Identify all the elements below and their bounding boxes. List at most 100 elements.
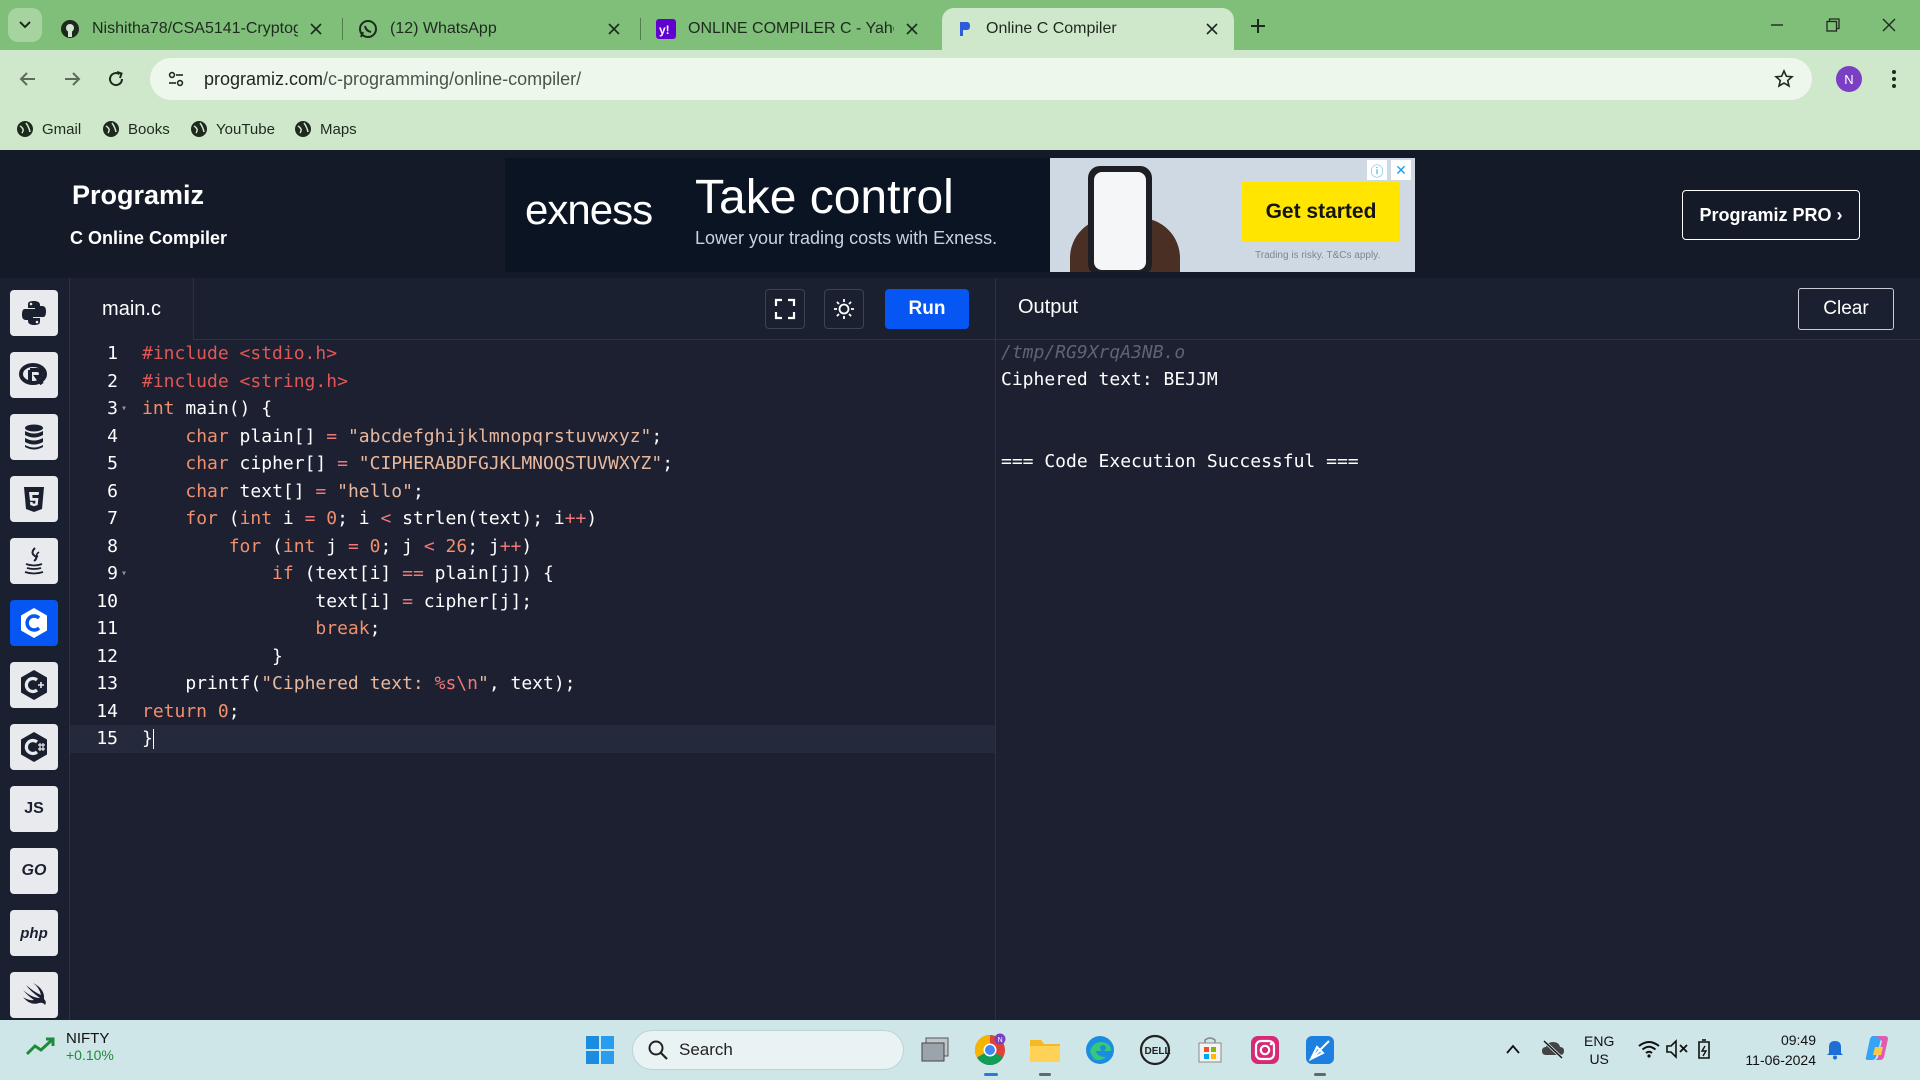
tab-github[interactable]: Nishitha78/CSA5141-Cryptogra xyxy=(48,8,338,50)
tab-yahoo[interactable]: y! ONLINE COMPILER C - Yahoo In xyxy=(644,8,934,50)
code-line[interactable]: 9 ▾ if (text[i] == plain[j]) { xyxy=(70,560,995,588)
output-console[interactable]: /tmp/RG9XrqA3NB.o Ciphered text: BEJJM =… xyxy=(995,340,1920,1020)
fullscreen-button[interactable] xyxy=(765,289,805,329)
taskbar-edge[interactable] xyxy=(1082,1032,1118,1068)
bookmark-books[interactable]: Books xyxy=(102,116,170,142)
code-line-current[interactable]: 15 } xyxy=(70,725,995,753)
profile-avatar[interactable]: N xyxy=(1836,66,1862,92)
code-line[interactable]: 3 ▾ int main() { xyxy=(70,395,995,423)
battery-status[interactable] xyxy=(1692,1036,1718,1062)
ticker-name: NIFTY xyxy=(66,1030,110,1047)
taskbar-snipping-tool[interactable] xyxy=(1302,1032,1338,1068)
input-language-indicator[interactable]: ENG US xyxy=(1584,1032,1614,1068)
windows-logo-icon xyxy=(586,1036,614,1064)
code-line[interactable]: 6 char text[] = "hello"; xyxy=(70,478,995,506)
copilot-button[interactable] xyxy=(1862,1032,1894,1064)
sidebar-item-js[interactable]: JS xyxy=(10,786,58,832)
bookmark-youtube[interactable]: YouTube xyxy=(190,116,275,142)
ad-image: Get started Trading is risky. T&Cs apply… xyxy=(1050,158,1415,272)
browser-menu-button[interactable] xyxy=(1880,64,1908,94)
close-icon[interactable] xyxy=(306,19,326,39)
tab-online-c-compiler[interactable]: Online C Compiler xyxy=(942,8,1234,50)
code-line[interactable]: 12 } xyxy=(70,643,995,671)
close-icon[interactable] xyxy=(902,19,922,39)
code-editor[interactable]: 1 #include <stdio.h> 2 #include <string.… xyxy=(70,340,995,1020)
adchoices-icon[interactable]: ⓘ xyxy=(1367,160,1387,180)
ad-cta-button[interactable]: Get started xyxy=(1242,182,1400,242)
taskbar-chrome[interactable]: N xyxy=(972,1032,1008,1068)
notifications-button[interactable] xyxy=(1822,1036,1848,1062)
tab-whatsapp[interactable]: (12) WhatsApp xyxy=(346,8,636,50)
onedrive-status[interactable] xyxy=(1540,1036,1566,1062)
address-bar[interactable]: programiz.com/c-programming/online-compi… xyxy=(150,58,1812,100)
programiz-pro-button[interactable]: Programiz PRO › xyxy=(1682,190,1860,240)
ad-brand: exness xyxy=(525,186,653,233)
code-line[interactable]: 4 char plain[] = "abcdefghijklmnopqrstuv… xyxy=(70,423,995,451)
show-hidden-icons-button[interactable] xyxy=(1500,1036,1526,1062)
sidebar-item-python[interactable] xyxy=(10,290,58,336)
programiz-logo[interactable]: Programiz xyxy=(72,180,204,211)
browser-toolbar: programiz.com/c-programming/online-compi… xyxy=(0,50,1920,108)
sidebar-item-go[interactable]: GO xyxy=(10,848,58,894)
code-line[interactable]: 13 printf("Ciphered text: %s\n", text); xyxy=(70,670,995,698)
code-line[interactable]: 8 for (int j = 0; j < 26; j++) xyxy=(70,533,995,561)
ad-banner[interactable]: exness Take control Lower your trading c… xyxy=(505,158,1415,272)
editor-header: main.c Run xyxy=(70,278,995,340)
sidebar-item-cpp[interactable] xyxy=(10,662,58,708)
clear-button[interactable]: Clear xyxy=(1798,288,1894,330)
fold-arrow-icon[interactable]: ▾ xyxy=(118,403,130,414)
sidebar-item-c[interactable] xyxy=(10,600,58,646)
taskbar-microsoft-store[interactable] xyxy=(1192,1032,1228,1068)
sidebar-item-html[interactable] xyxy=(10,476,58,522)
sidebar-item-php[interactable]: php xyxy=(10,910,58,956)
start-button[interactable] xyxy=(584,1034,616,1066)
tab-search-button[interactable] xyxy=(8,8,42,42)
restore-button[interactable] xyxy=(1818,10,1848,40)
code-line[interactable]: 7 for (int i = 0; i < strlen(text); i++) xyxy=(70,505,995,533)
forward-button[interactable] xyxy=(56,63,88,95)
code-line[interactable]: 14 return 0; xyxy=(70,698,995,726)
sidebar-item-r[interactable] xyxy=(10,352,58,398)
code-line[interactable]: 2 #include <string.h> xyxy=(70,368,995,396)
taskbar-dell[interactable]: DELL xyxy=(1137,1032,1173,1068)
chevron-down-icon xyxy=(19,21,31,29)
code-line[interactable]: 1 #include <stdio.h> xyxy=(70,340,995,368)
back-button[interactable] xyxy=(12,63,44,95)
stock-widget[interactable]: NIFTY +0.10% xyxy=(26,1030,114,1063)
taskbar-file-explorer[interactable] xyxy=(1027,1032,1063,1068)
minimize-button[interactable] xyxy=(1762,10,1792,40)
run-button[interactable]: Run xyxy=(885,289,969,329)
sidebar-item-sql[interactable] xyxy=(10,414,58,460)
bookmark-star-icon[interactable] xyxy=(1770,65,1798,93)
minimize-icon xyxy=(1771,24,1783,26)
line-number: 15 xyxy=(96,728,118,750)
sidebar-item-swift[interactable] xyxy=(10,972,58,1018)
bookmark-gmail[interactable]: Gmail xyxy=(16,116,81,142)
close-icon[interactable] xyxy=(604,19,624,39)
bookmark-maps[interactable]: Maps xyxy=(294,116,357,142)
taskbar-search[interactable]: Search xyxy=(632,1030,904,1070)
sidebar-item-csharp[interactable] xyxy=(10,724,58,770)
theme-toggle-button[interactable] xyxy=(824,289,864,329)
new-tab-button[interactable] xyxy=(1244,12,1272,40)
code-line[interactable]: 10 text[i] = cipher[j]; xyxy=(70,588,995,616)
file-tab-main-c[interactable]: main.c xyxy=(70,278,194,340)
fold-arrow-icon[interactable]: ▾ xyxy=(118,568,130,579)
taskbar-instagram[interactable] xyxy=(1247,1032,1283,1068)
html5-icon xyxy=(24,487,44,512)
volume-status[interactable] xyxy=(1664,1036,1690,1062)
app-indicator xyxy=(1314,1073,1326,1076)
system-clock[interactable]: 09:49 11-06-2024 xyxy=(1736,1030,1816,1070)
task-view-button[interactable] xyxy=(918,1032,954,1068)
close-icon[interactable] xyxy=(1202,19,1222,39)
site-info-icon[interactable] xyxy=(162,65,190,93)
c-language-icon xyxy=(21,608,47,638)
database-icon xyxy=(25,424,43,450)
wifi-status[interactable] xyxy=(1636,1036,1662,1062)
sidebar-item-java[interactable] xyxy=(10,538,58,584)
close-ad-icon[interactable]: ✕ xyxy=(1391,160,1411,180)
code-line[interactable]: 5 char cipher[] = "CIPHERABDFGJKLMNOQSTU… xyxy=(70,450,995,478)
close-window-button[interactable] xyxy=(1874,10,1904,40)
code-line[interactable]: 11 break; xyxy=(70,615,995,643)
reload-button[interactable] xyxy=(100,63,132,95)
